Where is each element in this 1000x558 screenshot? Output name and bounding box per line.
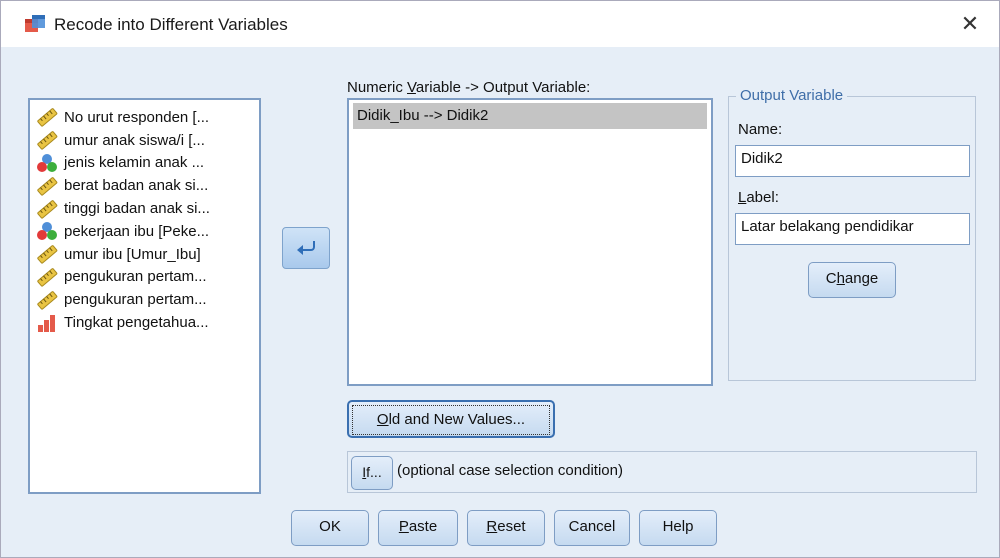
label-input[interactable]: Latar belakang pendidikar [735,213,970,245]
recode-dialog: Recode into Different Variables ✕ No uru… [0,0,1000,558]
reset-button[interactable]: Reset [467,510,545,546]
scale-ruler-icon [37,268,58,287]
mapping-label-pre: Numeric [347,79,408,96]
nominal-balls-icon [37,222,57,241]
scale-ruler-icon [37,245,58,264]
ok-button[interactable]: OK [291,510,369,546]
move-variable-button[interactable] [282,227,330,269]
scale-ruler-icon [37,176,58,196]
scale-ruler-icon [37,108,58,127]
variable-label: pengukuran pertam... [64,291,207,309]
variable-label: pekerjaan ibu [Peke... [64,222,210,240]
focus-outline: Old and New Values... [352,405,550,435]
variable-list-item[interactable]: umur anak siswa/i [... [30,129,259,152]
recode-app-icon [25,15,45,32]
scale-ruler-icon [37,290,58,310]
if-rest: f... [366,464,382,480]
change-button[interactable]: Change [808,262,896,298]
variable-label: No urut responden [... [64,108,210,126]
mapping-list[interactable]: Didik_Ibu --> Didik2 [347,98,713,386]
if-button[interactable]: If... [351,456,393,490]
variable-list-item[interactable]: berat badan anak si... [30,174,259,197]
mapping-label-accel: V [407,79,416,96]
variable-label: Tingkat pengetahua... [64,314,209,332]
scale-ruler-icon [37,199,58,219]
if-hint: (optional case selection condition) [397,462,623,479]
nominal-balls-icon [37,153,57,172]
variable-label: berat badan anak si... [64,177,209,195]
old-new-rest: ld and New Values... [388,411,526,428]
cancel-button[interactable]: Cancel [554,510,630,546]
reset-rest: eset [497,518,526,535]
window-title: Recode into Different Variables [54,15,288,34]
variable-list-item[interactable]: jenis kelamin anak ... [30,152,259,175]
variable-list-item[interactable]: pengukuran pertam... [30,288,259,311]
variable-list-item[interactable]: No urut responden [... [30,106,259,129]
change-post: ange [844,270,879,287]
variable-list-item[interactable]: umur ibu [Umur_Ibu] [30,243,259,266]
variable-list-item[interactable]: tinggi badan anak si... [30,197,259,220]
old-and-new-values-button[interactable]: Old and New Values... [347,400,555,438]
paste-button[interactable]: Paste [378,510,458,546]
paste-rest: aste [408,518,438,535]
close-icon[interactable]: ✕ [955,11,985,37]
variable-label: umur ibu [Umur_Ibu] [64,245,201,263]
change-pre: C [825,270,837,287]
variable-list-item[interactable]: pengukuran pertam... [30,266,259,289]
variable-list-item[interactable]: Tingkat pengetahua... [30,311,259,334]
variable-label: jenis kelamin anak ... [64,154,205,172]
name-label: Name: [738,121,783,138]
mapping-label-post: ariable -> Output Variable: [415,79,591,96]
label-label: Label: [738,189,779,206]
variable-label: tinggi badan anak si... [64,200,210,218]
paste-accel: P [398,518,409,535]
variable-label: pengukuran pertam... [64,268,207,286]
title-bar: Recode into Different Variables ✕ [1,1,999,47]
variable-list-item[interactable]: pekerjaan ibu [Peke... [30,220,259,243]
output-variable-legend: Output Variable [736,87,848,104]
variable-label: umur anak siswa/i [... [64,131,205,149]
source-variable-list[interactable]: No urut responden [... umur anak siswa/i … [28,98,261,494]
mapping-row[interactable]: Didik_Ibu --> Didik2 [353,103,707,129]
name-input[interactable]: Didik2 [735,145,970,177]
mapping-label: Numeric Variable -> Output Variable: [347,79,590,96]
ordinal-bars-icon [38,314,55,332]
label-label-rest: abel: [746,189,779,206]
change-accel: h [836,270,845,287]
scale-ruler-icon [37,131,58,150]
arrow-left-icon [297,241,315,255]
help-button[interactable]: Help [639,510,717,546]
reset-accel: R [486,518,498,535]
old-new-accel: O [376,411,389,428]
